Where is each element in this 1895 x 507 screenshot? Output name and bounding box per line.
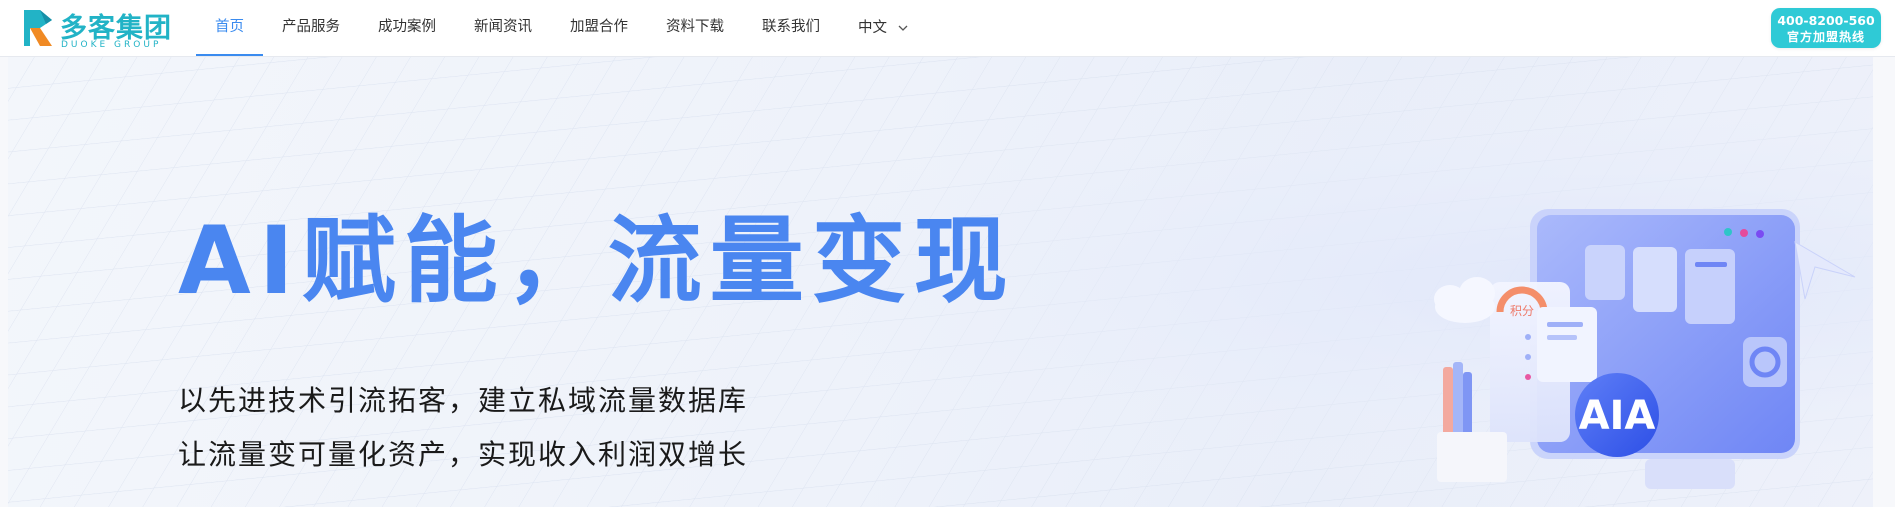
logo-text-en: DUOKE GROUP [61,40,162,50]
logo-mark-icon [24,10,52,46]
nav-item-franchise[interactable]: 加盟合作 [551,0,647,56]
chevron-down-icon [898,25,908,31]
illus-stamp: 积分 [1510,304,1534,318]
language-label: 中文 [858,20,887,36]
nav-item-products[interactable]: 产品服务 [263,0,359,56]
hero-subtitle-line2: 让流量变可量化资产，实现收入利润双增长 [178,438,749,471]
nav-item-cases[interactable]: 成功案例 [359,0,455,56]
right-edge [1873,57,1895,507]
computer-illustration: 积分 AIA [1434,209,1856,489]
hero-title: AI赋能，流量变现 [178,207,1016,316]
illus-badge: AIA [1579,393,1656,439]
hero-banner: AI赋能，流量变现 以先进技术引流拓客，建立私域流量数据库 让流量变可量化资产，… [0,57,1895,507]
main-nav: 首页 产品服务 成功案例 新闻资讯 加盟合作 资料下载 联系我们 中文 [196,0,928,56]
nav-item-contact[interactable]: 联系我们 [743,0,839,56]
top-header: 多客集团 DUOKE GROUP 首页 产品服务 成功案例 新闻资讯 加盟合作 … [0,0,1895,57]
hotline-number: 400-8200-560 [1777,13,1875,28]
hotline-label: 官方加盟热线 [1786,30,1865,44]
nav-item-downloads[interactable]: 资料下载 [647,0,743,56]
left-edge [0,57,8,507]
duoke-logo[interactable]: 多客集团 DUOKE GROUP [18,6,180,50]
hotline-button[interactable]: 400-8200-560 官方加盟热线 [1771,8,1881,48]
hero-subtitle-line1: 以先进技术引流拓客，建立私域流量数据库 [178,384,749,417]
language-selector[interactable]: 中文 [839,0,928,56]
nav-item-home[interactable]: 首页 [196,0,263,56]
nav-item-news[interactable]: 新闻资讯 [455,0,551,56]
